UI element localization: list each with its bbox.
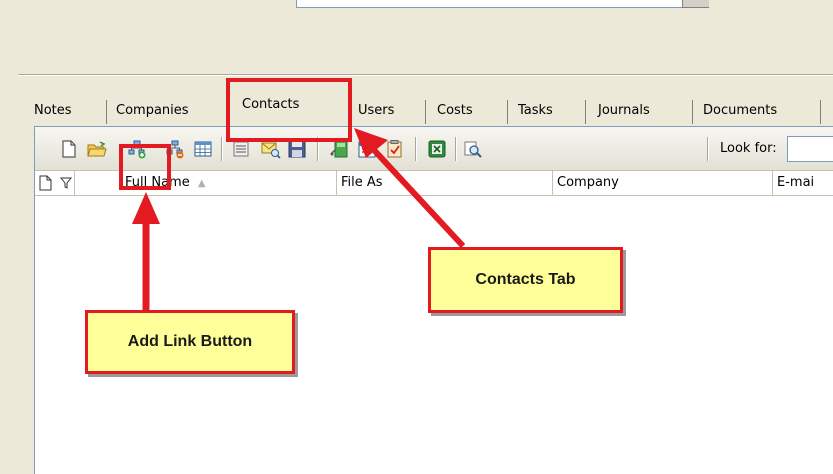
table-view-icon[interactable] — [193, 139, 213, 159]
column-header-email[interactable]: E-mai — [773, 171, 833, 195]
column-header-label: E-mai — [777, 175, 815, 190]
page-icon — [39, 175, 52, 191]
column-header-label: File As — [341, 175, 383, 190]
tab-separator — [585, 100, 586, 124]
tab-separator — [820, 100, 821, 124]
tab-separator — [425, 100, 426, 124]
top-input-field[interactable] — [296, 0, 693, 8]
contacts-tab-highlight — [226, 78, 352, 142]
toolbar-separator — [415, 137, 416, 161]
attachment-column-header[interactable] — [35, 171, 75, 195]
flag-icon — [59, 177, 73, 189]
tab-notes[interactable]: Notes — [28, 96, 78, 126]
open-folder-icon[interactable] — [87, 139, 107, 159]
divider — [18, 74, 833, 76]
task-icon[interactable] — [385, 139, 405, 159]
tab-costs[interactable]: Costs — [431, 96, 479, 126]
column-header-company[interactable]: Company — [553, 171, 773, 195]
tab-separator — [106, 100, 107, 124]
calendar-icon[interactable] — [357, 139, 377, 159]
new-document-icon[interactable] — [59, 139, 79, 159]
column-header-file-as[interactable]: File As — [337, 171, 553, 195]
dropdown-button[interactable] — [682, 0, 709, 8]
contacts-tab-callout: Contacts Tab — [428, 247, 623, 313]
email-search-icon[interactable] — [261, 139, 281, 159]
tab-tasks[interactable]: Tasks — [512, 96, 559, 126]
tab-journals[interactable]: Journals — [592, 96, 656, 126]
toolbar-separator — [455, 137, 456, 161]
find-icon[interactable] — [463, 139, 483, 159]
list-view-icon[interactable] — [231, 139, 251, 159]
tab-documents[interactable]: Documents — [697, 96, 783, 126]
toolbar-separator — [221, 137, 222, 161]
tab-separator — [507, 100, 508, 124]
note-icon[interactable] — [329, 139, 349, 159]
sort-ascending-icon: ▲ — [197, 178, 206, 189]
excel-icon[interactable] — [427, 139, 447, 159]
tab-companies[interactable]: Companies — [110, 96, 195, 126]
tab-users[interactable]: Users — [352, 96, 400, 126]
add-link-button-highlight — [119, 144, 171, 190]
look-for-input[interactable] — [787, 136, 833, 162]
toolbar-separator — [707, 137, 708, 161]
look-for-label: Look for: — [720, 141, 777, 156]
column-header-label: Company — [557, 175, 619, 190]
save-icon[interactable] — [287, 139, 307, 159]
tab-separator — [692, 100, 693, 124]
add-link-button-callout: Add Link Button — [85, 310, 295, 374]
